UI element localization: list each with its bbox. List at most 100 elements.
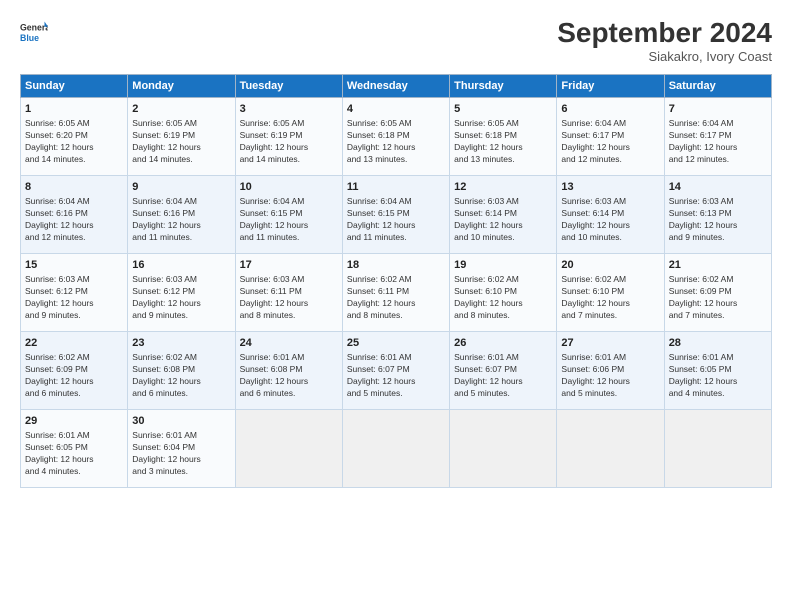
- calendar-cell: 19Sunrise: 6:02 AM Sunset: 6:10 PM Dayli…: [450, 253, 557, 331]
- month-title: September 2024: [557, 18, 772, 49]
- day-info: Sunrise: 6:02 AM Sunset: 6:09 PM Dayligh…: [669, 274, 767, 322]
- calendar-cell: 10Sunrise: 6:04 AM Sunset: 6:15 PM Dayli…: [235, 175, 342, 253]
- day-number: 10: [240, 180, 338, 195]
- calendar-cell: 22Sunrise: 6:02 AM Sunset: 6:09 PM Dayli…: [21, 331, 128, 409]
- day-number: 13: [561, 180, 659, 195]
- day-info: Sunrise: 6:03 AM Sunset: 6:14 PM Dayligh…: [561, 196, 659, 244]
- calendar-cell: 6Sunrise: 6:04 AM Sunset: 6:17 PM Daylig…: [557, 97, 664, 175]
- calendar-header-sunday: Sunday: [21, 74, 128, 97]
- logo-icon: General Blue: [20, 18, 48, 46]
- day-info: Sunrise: 6:01 AM Sunset: 6:04 PM Dayligh…: [132, 430, 230, 478]
- day-number: 30: [132, 414, 230, 429]
- day-number: 15: [25, 258, 123, 273]
- day-info: Sunrise: 6:01 AM Sunset: 6:08 PM Dayligh…: [240, 352, 338, 400]
- calendar-table: SundayMondayTuesdayWednesdayThursdayFrid…: [20, 74, 772, 488]
- day-number: 23: [132, 336, 230, 351]
- location: Siakakro, Ivory Coast: [557, 49, 772, 64]
- day-info: Sunrise: 6:03 AM Sunset: 6:14 PM Dayligh…: [454, 196, 552, 244]
- day-number: 14: [669, 180, 767, 195]
- day-info: Sunrise: 6:04 AM Sunset: 6:15 PM Dayligh…: [240, 196, 338, 244]
- day-number: 12: [454, 180, 552, 195]
- day-info: Sunrise: 6:02 AM Sunset: 6:09 PM Dayligh…: [25, 352, 123, 400]
- day-number: 4: [347, 102, 445, 117]
- day-number: 20: [561, 258, 659, 273]
- day-info: Sunrise: 6:05 AM Sunset: 6:20 PM Dayligh…: [25, 118, 123, 166]
- day-number: 3: [240, 102, 338, 117]
- day-info: Sunrise: 6:05 AM Sunset: 6:19 PM Dayligh…: [132, 118, 230, 166]
- calendar-cell: 5Sunrise: 6:05 AM Sunset: 6:18 PM Daylig…: [450, 97, 557, 175]
- logo: General Blue: [20, 18, 48, 46]
- day-number: 29: [25, 414, 123, 429]
- day-number: 19: [454, 258, 552, 273]
- day-info: Sunrise: 6:05 AM Sunset: 6:19 PM Dayligh…: [240, 118, 338, 166]
- day-number: 5: [454, 102, 552, 117]
- day-info: Sunrise: 6:03 AM Sunset: 6:12 PM Dayligh…: [132, 274, 230, 322]
- day-info: Sunrise: 6:02 AM Sunset: 6:11 PM Dayligh…: [347, 274, 445, 322]
- calendar-cell: 2Sunrise: 6:05 AM Sunset: 6:19 PM Daylig…: [128, 97, 235, 175]
- calendar-page: General Blue September 2024 Siakakro, Iv…: [0, 0, 792, 612]
- day-info: Sunrise: 6:01 AM Sunset: 6:06 PM Dayligh…: [561, 352, 659, 400]
- title-block: September 2024 Siakakro, Ivory Coast: [557, 18, 772, 64]
- calendar-week-row: 8Sunrise: 6:04 AM Sunset: 6:16 PM Daylig…: [21, 175, 772, 253]
- day-number: 8: [25, 180, 123, 195]
- calendar-week-row: 15Sunrise: 6:03 AM Sunset: 6:12 PM Dayli…: [21, 253, 772, 331]
- calendar-cell: 25Sunrise: 6:01 AM Sunset: 6:07 PM Dayli…: [342, 331, 449, 409]
- calendar-cell: 9Sunrise: 6:04 AM Sunset: 6:16 PM Daylig…: [128, 175, 235, 253]
- calendar-cell: 17Sunrise: 6:03 AM Sunset: 6:11 PM Dayli…: [235, 253, 342, 331]
- calendar-cell: 11Sunrise: 6:04 AM Sunset: 6:15 PM Dayli…: [342, 175, 449, 253]
- day-info: Sunrise: 6:01 AM Sunset: 6:05 PM Dayligh…: [669, 352, 767, 400]
- day-info: Sunrise: 6:05 AM Sunset: 6:18 PM Dayligh…: [347, 118, 445, 166]
- calendar-cell: 3Sunrise: 6:05 AM Sunset: 6:19 PM Daylig…: [235, 97, 342, 175]
- calendar-header-wednesday: Wednesday: [342, 74, 449, 97]
- day-number: 2: [132, 102, 230, 117]
- svg-text:Blue: Blue: [20, 33, 39, 43]
- day-info: Sunrise: 6:02 AM Sunset: 6:10 PM Dayligh…: [454, 274, 552, 322]
- day-number: 9: [132, 180, 230, 195]
- day-info: Sunrise: 6:03 AM Sunset: 6:11 PM Dayligh…: [240, 274, 338, 322]
- day-info: Sunrise: 6:03 AM Sunset: 6:13 PM Dayligh…: [669, 196, 767, 244]
- calendar-cell: 23Sunrise: 6:02 AM Sunset: 6:08 PM Dayli…: [128, 331, 235, 409]
- calendar-cell: 15Sunrise: 6:03 AM Sunset: 6:12 PM Dayli…: [21, 253, 128, 331]
- calendar-cell: [450, 409, 557, 487]
- calendar-header-friday: Friday: [557, 74, 664, 97]
- day-number: 24: [240, 336, 338, 351]
- calendar-cell: 18Sunrise: 6:02 AM Sunset: 6:11 PM Dayli…: [342, 253, 449, 331]
- day-number: 16: [132, 258, 230, 273]
- day-info: Sunrise: 6:04 AM Sunset: 6:16 PM Dayligh…: [132, 196, 230, 244]
- calendar-cell: 21Sunrise: 6:02 AM Sunset: 6:09 PM Dayli…: [664, 253, 771, 331]
- day-info: Sunrise: 6:02 AM Sunset: 6:08 PM Dayligh…: [132, 352, 230, 400]
- day-info: Sunrise: 6:04 AM Sunset: 6:15 PM Dayligh…: [347, 196, 445, 244]
- calendar-cell: 26Sunrise: 6:01 AM Sunset: 6:07 PM Dayli…: [450, 331, 557, 409]
- calendar-cell: 12Sunrise: 6:03 AM Sunset: 6:14 PM Dayli…: [450, 175, 557, 253]
- calendar-cell: 30Sunrise: 6:01 AM Sunset: 6:04 PM Dayli…: [128, 409, 235, 487]
- calendar-cell: 24Sunrise: 6:01 AM Sunset: 6:08 PM Dayli…: [235, 331, 342, 409]
- day-info: Sunrise: 6:03 AM Sunset: 6:12 PM Dayligh…: [25, 274, 123, 322]
- calendar-cell: [664, 409, 771, 487]
- calendar-cell: 28Sunrise: 6:01 AM Sunset: 6:05 PM Dayli…: [664, 331, 771, 409]
- calendar-cell: 4Sunrise: 6:05 AM Sunset: 6:18 PM Daylig…: [342, 97, 449, 175]
- calendar-cell: 27Sunrise: 6:01 AM Sunset: 6:06 PM Dayli…: [557, 331, 664, 409]
- day-info: Sunrise: 6:01 AM Sunset: 6:05 PM Dayligh…: [25, 430, 123, 478]
- day-number: 18: [347, 258, 445, 273]
- day-info: Sunrise: 6:02 AM Sunset: 6:10 PM Dayligh…: [561, 274, 659, 322]
- day-number: 22: [25, 336, 123, 351]
- calendar-cell: 14Sunrise: 6:03 AM Sunset: 6:13 PM Dayli…: [664, 175, 771, 253]
- calendar-cell: [235, 409, 342, 487]
- day-info: Sunrise: 6:04 AM Sunset: 6:16 PM Dayligh…: [25, 196, 123, 244]
- calendar-cell: 16Sunrise: 6:03 AM Sunset: 6:12 PM Dayli…: [128, 253, 235, 331]
- day-number: 26: [454, 336, 552, 351]
- calendar-header-monday: Monday: [128, 74, 235, 97]
- calendar-cell: 7Sunrise: 6:04 AM Sunset: 6:17 PM Daylig…: [664, 97, 771, 175]
- calendar-cell: 8Sunrise: 6:04 AM Sunset: 6:16 PM Daylig…: [21, 175, 128, 253]
- day-info: Sunrise: 6:04 AM Sunset: 6:17 PM Dayligh…: [561, 118, 659, 166]
- day-number: 25: [347, 336, 445, 351]
- day-info: Sunrise: 6:04 AM Sunset: 6:17 PM Dayligh…: [669, 118, 767, 166]
- header: General Blue September 2024 Siakakro, Iv…: [20, 18, 772, 64]
- day-info: Sunrise: 6:01 AM Sunset: 6:07 PM Dayligh…: [454, 352, 552, 400]
- calendar-header-row: SundayMondayTuesdayWednesdayThursdayFrid…: [21, 74, 772, 97]
- day-number: 17: [240, 258, 338, 273]
- calendar-cell: 13Sunrise: 6:03 AM Sunset: 6:14 PM Dayli…: [557, 175, 664, 253]
- day-number: 1: [25, 102, 123, 117]
- svg-text:General: General: [20, 22, 48, 32]
- calendar-week-row: 1Sunrise: 6:05 AM Sunset: 6:20 PM Daylig…: [21, 97, 772, 175]
